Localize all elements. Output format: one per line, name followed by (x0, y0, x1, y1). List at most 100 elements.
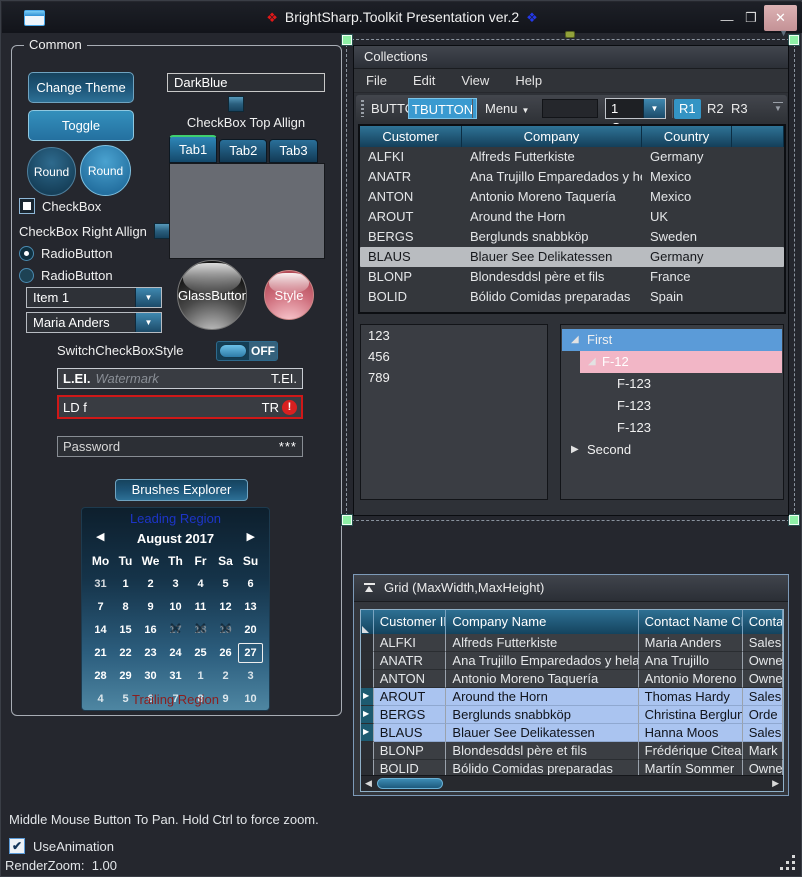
calendar-day[interactable]: 12 (213, 597, 238, 617)
toolbar-textbox[interactable] (542, 99, 598, 118)
switch-thumb[interactable] (219, 344, 247, 358)
table-cell[interactable]: Hanna Moos (639, 724, 743, 742)
calendar-next-icon[interactable]: ▶ (247, 530, 255, 543)
table-cell[interactable]: Around the Horn (462, 207, 642, 227)
toolbar-radio-r2[interactable]: R2 (702, 99, 729, 119)
table-row[interactable]: ALFKIAlfreds FutterkisteMaria AndersSale… (361, 634, 783, 652)
calendar-day[interactable]: 31 (88, 574, 113, 594)
table-cell[interactable]: Ana Trujillo Emparedados y helados (446, 652, 638, 670)
toolbar-radio-r1[interactable]: R1 (674, 99, 701, 119)
tree-item[interactable]: F-123 (562, 417, 782, 439)
table-cell[interactable]: Ana Trujillo (639, 652, 743, 670)
calendar-day[interactable]: 23 (138, 643, 163, 663)
brushes-explorer-button[interactable]: Brushes Explorer (115, 479, 248, 501)
calendar-day[interactable]: 19 (213, 620, 238, 640)
table-cell[interactable]: Alfreds Futterkiste (462, 147, 642, 167)
table-cell[interactable]: Thomas Hardy (639, 688, 743, 706)
calendar-day[interactable]: 26 (213, 643, 238, 663)
column-header-conta[interactable]: Conta (743, 610, 783, 634)
table-row[interactable]: AROUTAround the HornThomas HardySales (361, 688, 783, 706)
table-cell[interactable]: Owne (743, 652, 783, 670)
watermark-textbox[interactable]: L.EI. Watermark T.EI. (57, 368, 303, 389)
table-cell[interactable]: AROUT (360, 207, 462, 227)
glass-button[interactable]: GlassButton (177, 260, 247, 330)
calendar-day[interactable]: 16 (138, 620, 163, 640)
list-item[interactable]: 789 (361, 367, 547, 388)
radio-selected-icon[interactable] (19, 246, 34, 261)
toolbar-radio-r3[interactable]: R3 (726, 99, 753, 119)
table-cell[interactable]: BLONP (360, 267, 462, 287)
menu-item-view[interactable]: View (461, 73, 489, 88)
horizontal-scrollbar[interactable]: ◀ ▶ (361, 775, 783, 791)
toolbar-menu-button[interactable]: Menu▼ (482, 98, 532, 119)
expanded-triangle-icon[interactable]: ◢ (571, 329, 579, 351)
calendar-day[interactable]: 18 (188, 620, 213, 640)
calendar-month-label[interactable]: August 2017 (82, 531, 269, 546)
table-cell[interactable]: BLONP (374, 742, 447, 760)
toolbar-combobox[interactable]: 1 Com ▼ (605, 98, 666, 119)
table-cell[interactable]: ANATR (360, 167, 462, 187)
table-cell[interactable]: ANTON (374, 670, 447, 688)
table-cell[interactable]: Around the Horn (446, 688, 638, 706)
tab-tab1[interactable]: Tab1 (169, 135, 217, 163)
table-cell[interactable]: Mexico (642, 187, 732, 207)
table-row[interactable]: BERGSBerglunds snabbköpChristina Berglun… (361, 706, 783, 724)
table-cell[interactable]: Ana Trujillo Emparedados y hela (462, 167, 642, 187)
table-cell[interactable]: Owne (743, 670, 783, 688)
table-cell[interactable]: Sales (743, 634, 783, 652)
toolbar-grip-icon[interactable] (361, 100, 364, 117)
column-header-customer[interactable]: Customer (360, 126, 462, 147)
row-header[interactable] (361, 634, 374, 652)
table-cell[interactable]: ANATR (374, 652, 447, 670)
toggle-button[interactable]: Toggle (28, 110, 134, 141)
table-cell[interactable]: BERGS (360, 227, 462, 247)
table-cell[interactable]: Sales (743, 724, 783, 742)
row-header[interactable] (361, 742, 374, 760)
table-cell[interactable]: BLAUS (374, 724, 447, 742)
table-cell[interactable]: Christina Berglund (639, 706, 743, 724)
table-cell[interactable]: BOLID (360, 287, 462, 307)
table-cell[interactable]: BERGS (374, 706, 447, 724)
checkbox-right-box-icon[interactable] (154, 223, 170, 239)
calendar-day[interactable]: 22 (113, 643, 138, 663)
column-header-country[interactable]: Country (642, 126, 732, 147)
table-row[interactable]: ANTONAntonio Moreno TaqueríaMexico (360, 187, 784, 207)
style-button[interactable]: Style (264, 270, 314, 320)
calendar-day[interactable]: 10 (163, 597, 188, 617)
resize-handle-topright[interactable] (789, 35, 799, 45)
tree-item[interactable]: ◢F-12 (580, 351, 782, 373)
calendar-day[interactable]: 17 (163, 620, 188, 640)
calendar-day[interactable]: 9 (138, 597, 163, 617)
calendar-day[interactable]: 8 (113, 597, 138, 617)
switch-toggle[interactable]: OFF (216, 341, 278, 361)
tree-item[interactable]: ▶Second (562, 439, 782, 461)
calendar-day[interactable]: 1 (188, 666, 213, 686)
tree-item[interactable]: ◢First (562, 329, 782, 351)
table-cell[interactable]: Frédérique Citeaux (639, 742, 743, 760)
list-item[interactable]: 456 (361, 346, 547, 367)
table-cell[interactable]: ALFKI (374, 634, 447, 652)
row-header[interactable] (361, 688, 374, 706)
calendar-day[interactable]: 3 (238, 666, 263, 686)
resize-handle-bottomright[interactable] (789, 515, 799, 525)
table-cell[interactable]: Blauer See Delikatessen (462, 247, 642, 267)
scroll-left-icon[interactable]: ◀ (365, 778, 372, 789)
menu-item-help[interactable]: Help (515, 73, 542, 88)
checkbox-row[interactable]: CheckBox (19, 198, 101, 214)
table-cell[interactable]: Maria Anders (639, 634, 743, 652)
calendar-day[interactable]: 11 (188, 597, 213, 617)
scroll-right-icon[interactable]: ▶ (772, 778, 779, 789)
table-row[interactable]: BLONPBlondesddsl père et filsFrance (360, 267, 784, 287)
theme-name-textbox[interactable]: DarkBlue (167, 73, 325, 92)
table-cell[interactable]: Sweden (642, 227, 732, 247)
table-row[interactable]: ALFKIAlfreds FutterkisteGermany (360, 147, 784, 167)
item-combobox[interactable]: Item 1 ▼ (26, 287, 162, 308)
checkbox-right-row[interactable]: CheckBox Right Allign (19, 223, 170, 239)
calendar-day[interactable]: 1 (113, 574, 138, 594)
resize-handle-bottomleft[interactable] (342, 515, 352, 525)
table-cell[interactable]: Germany (642, 247, 732, 267)
table-row[interactable]: BOLIDBólido Comidas preparadasSpain (360, 287, 784, 307)
maximize-button[interactable]: ❒ (740, 6, 762, 30)
table-cell[interactable]: ALFKI (360, 147, 462, 167)
table-cell[interactable]: Sales (743, 688, 783, 706)
